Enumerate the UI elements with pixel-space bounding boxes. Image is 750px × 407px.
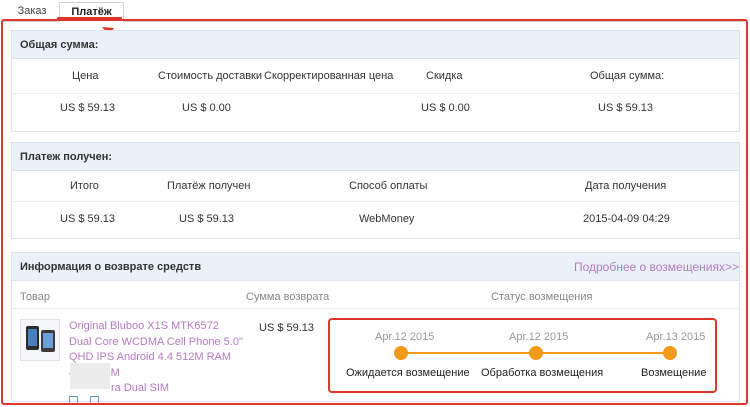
timeline-label-2: Обработка возмещения <box>481 367 604 379</box>
timeline-label-3: Возмещение <box>641 367 707 379</box>
timeline-label-1: Ожидается возмещение <box>346 367 470 379</box>
timeline-date-2: Apr.12 2015 <box>509 331 569 343</box>
timeline-step-dot <box>529 346 543 360</box>
timeline-step-dot <box>663 346 677 360</box>
highlight-frame-timeline <box>328 318 717 393</box>
timeline-date-3: Apr.13 2015 <box>646 331 706 343</box>
timeline-date-1: Apr.12 2015 <box>375 331 435 343</box>
timeline-step-dot <box>394 346 408 360</box>
